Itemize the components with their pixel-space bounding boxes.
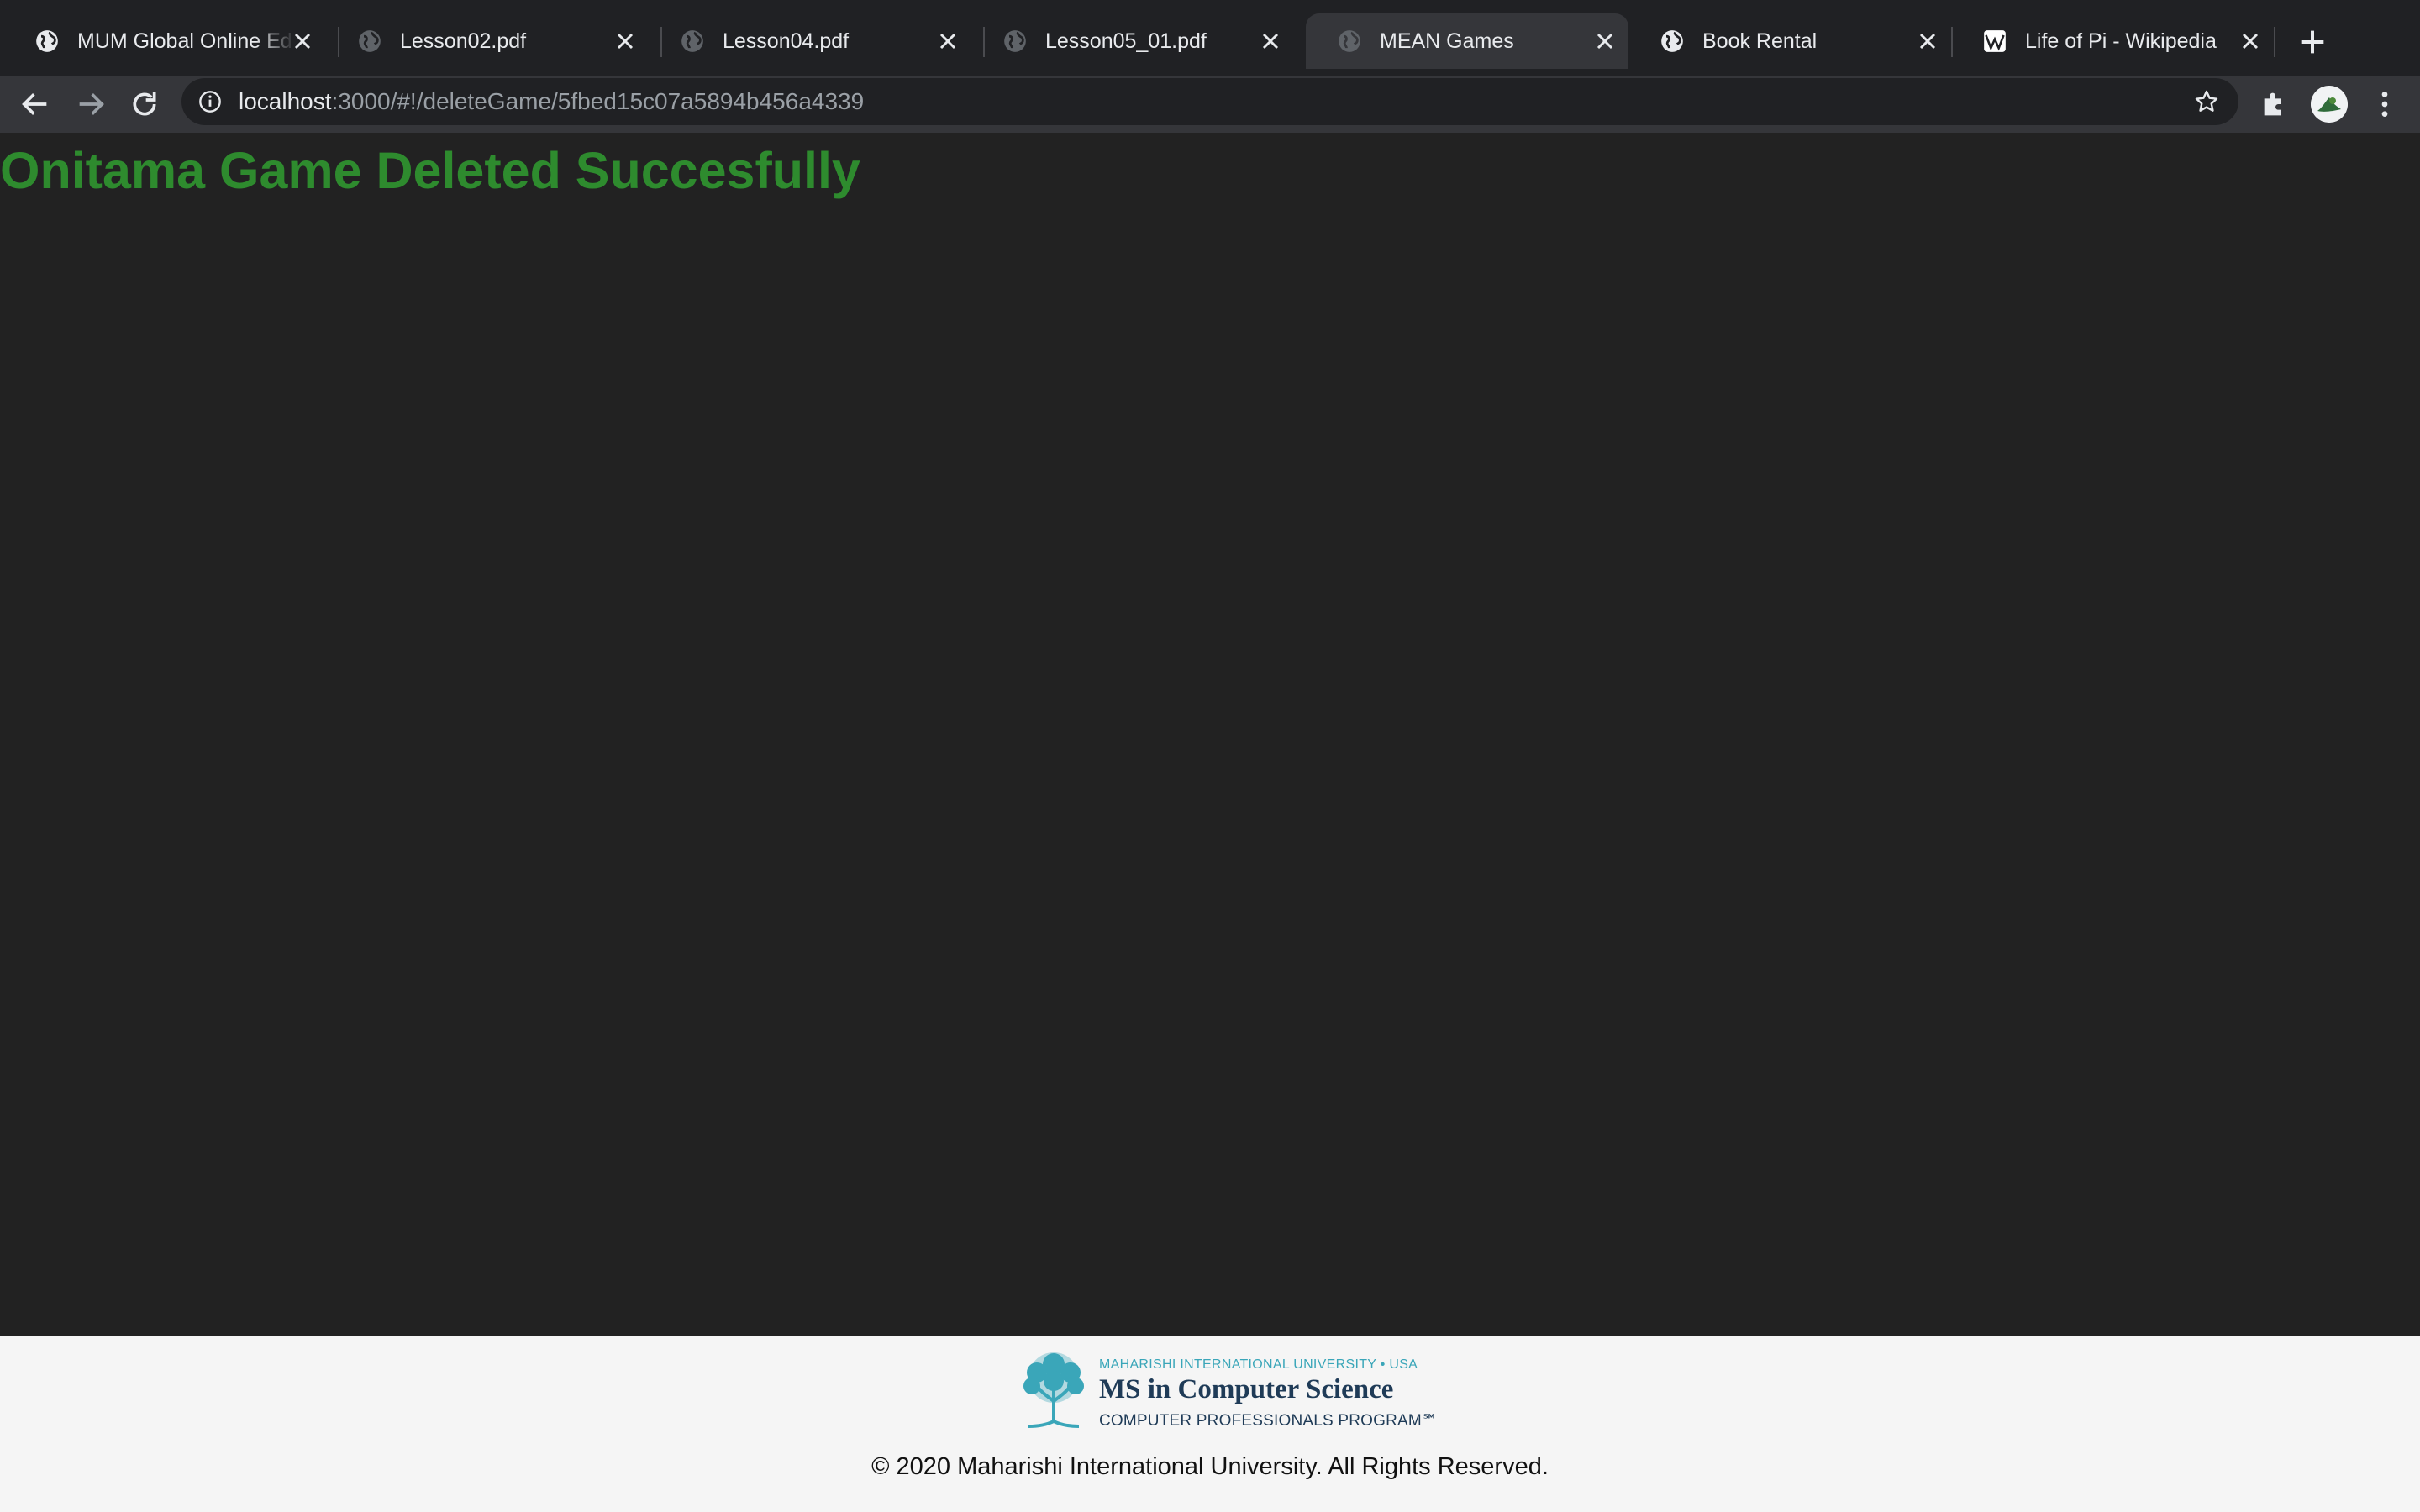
url-host: localhost <box>239 88 332 114</box>
close-icon[interactable] <box>934 28 961 55</box>
profile-avatar[interactable] <box>2311 86 2348 123</box>
bookmark-star-icon[interactable] <box>2193 88 2220 115</box>
close-icon[interactable] <box>612 28 639 55</box>
tab-title: Lesson05_01.pdf <box>1045 29 1207 53</box>
tab-lesson05[interactable]: Lesson05_01.pdf <box>971 13 1294 69</box>
close-icon[interactable] <box>2237 28 2264 55</box>
copyright-text: © 2020 Maharishi International Universit… <box>871 1453 1549 1480</box>
tab-title: MEAN Games <box>1380 29 1514 53</box>
globe-icon <box>1004 30 1026 52</box>
university-logo: MAHARISHI INTERNATIONAL UNIVERSITY • USA… <box>1012 1349 1438 1436</box>
extensions-puzzle-icon[interactable] <box>2259 87 2292 121</box>
tab-title: Lesson04.pdf <box>723 29 850 53</box>
globe-icon <box>681 30 703 52</box>
logo-program-title: MS in Computer Science <box>1099 1374 1394 1404</box>
globe-icon <box>1661 30 1683 52</box>
tab-title: Book Rental <box>1702 29 1818 53</box>
menu-kebab-icon[interactable] <box>2368 87 2402 121</box>
avatar-image <box>2311 86 2348 123</box>
tab-lesson02[interactable]: Lesson02.pdf <box>326 13 649 69</box>
tab-book-rental[interactable]: Book Rental <box>1628 13 1951 69</box>
close-icon[interactable] <box>1914 28 1941 55</box>
tab-title: Lesson02.pdf <box>400 29 527 53</box>
tab-lesson04[interactable]: Lesson04.pdf <box>649 13 971 69</box>
globe-icon <box>1339 30 1360 52</box>
tab-separator <box>2274 27 2275 57</box>
info-icon[interactable] <box>198 90 222 113</box>
back-arrow-icon[interactable] <box>18 87 52 121</box>
tab-strip: MUM Global Online Ed Lesson02.pdf Lesson… <box>0 0 2420 76</box>
globe-icon <box>36 30 58 52</box>
tree-logo-icon <box>1023 1352 1084 1428</box>
page-footer: MAHARISHI INTERNATIONAL UNIVERSITY • USA… <box>0 1336 2420 1512</box>
browser-toolbar: localhost:3000/#!/deleteGame/5fbed15c07a… <box>0 76 2420 133</box>
close-icon[interactable] <box>1591 28 1618 55</box>
new-tab-icon[interactable] <box>2296 25 2329 59</box>
globe-icon <box>359 30 381 52</box>
deletion-success-heading: Onitama Game Deleted Succesfully <box>0 142 860 199</box>
close-icon[interactable] <box>289 28 316 55</box>
address-bar[interactable]: localhost:3000/#!/deleteGame/5fbed15c07a… <box>182 78 2238 125</box>
logo-program-subtitle: COMPUTER PROFESSIONALS PROGRAM℠ <box>1099 1412 1439 1430</box>
tab-life-of-pi[interactable]: Life of Pi - Wikipedia <box>1951 13 2274 69</box>
url-path: :3000/#!/deleteGame/5fbed15c07a5894b456a… <box>331 88 865 114</box>
page-content: Onitama Game Deleted Succesfully <box>0 133 2420 1336</box>
tab-title: Life of Pi - Wikipedia <box>2025 29 2217 53</box>
forward-arrow-icon[interactable] <box>74 87 108 121</box>
url-text[interactable]: localhost:3000/#!/deleteGame/5fbed15c07a… <box>239 86 864 118</box>
tab-mum-global-online[interactable]: MUM Global Online Ed <box>3 13 326 69</box>
close-icon[interactable] <box>1257 28 1284 55</box>
reload-icon[interactable] <box>128 87 161 121</box>
wikipedia-icon <box>1984 30 2006 52</box>
tab-mean-games[interactable]: MEAN Games <box>1306 13 1628 69</box>
logo-university-line: MAHARISHI INTERNATIONAL UNIVERSITY • USA <box>1099 1357 1418 1372</box>
